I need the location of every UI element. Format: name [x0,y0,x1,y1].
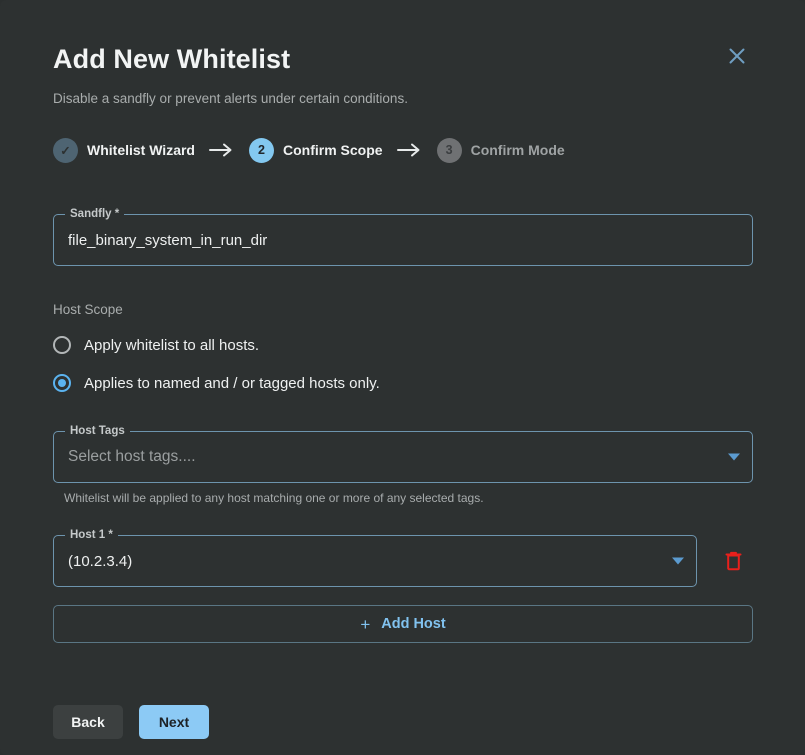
step-2-label: Confirm Scope [283,142,383,158]
dialog-footer: Back Next [53,705,753,739]
close-icon-glyph [729,48,745,64]
sandfly-field-value: file_binary_system_in_run_dir [68,231,268,249]
radio-checked-icon [53,374,71,392]
host-tags-legend: Host Tags [65,425,130,438]
step-1-marker: ✓ [53,137,78,163]
add-whitelist-dialog: Add New Whitelist Disable a sandfly or p… [0,0,805,755]
radio-apply-all-hosts-label: Apply whitelist to all hosts. [84,336,260,354]
chevron-down-icon[interactable] [672,557,684,565]
dialog-content: Add New Whitelist Disable a sandfly or p… [0,0,805,739]
wizard-stepper: ✓ Whitelist Wizard 2 Confirm Scope 3 Con… [53,136,753,164]
host-1-legend: Host 1 * [65,529,118,542]
dialog-subtitle: Disable a sandfly or prevent alerts unde… [53,91,408,106]
step-arrow-2-icon [396,143,423,157]
next-button[interactable]: Next [139,705,209,739]
radio-named-tagged-hosts-label: Applies to named and / or tagged hosts o… [84,374,380,392]
close-icon[interactable] [721,40,753,72]
step-3-marker: 3 [436,137,462,163]
step-confirm-scope[interactable]: 2 Confirm Scope [249,137,383,163]
delete-host-1-button[interactable] [713,541,753,581]
host-tags-helper-text: Whitelist will be applied to any host ma… [64,491,484,505]
radio-named-tagged-hosts[interactable]: Applies to named and / or tagged hosts o… [53,367,753,399]
plus-icon: + [360,614,371,634]
host-1-select[interactable]: Host 1 * (10.2.3.4) [53,529,697,587]
sandfly-field: Sandfly * file_binary_system_in_run_dir [53,208,753,266]
step-arrow-1-icon [209,143,235,157]
host-tags-select[interactable]: Host Tags Select host tags.... [53,425,753,483]
host-1-row: Host 1 * (10.2.3.4) [53,529,753,587]
add-host-button[interactable]: + Add Host [53,605,753,643]
back-button[interactable]: Back [53,705,123,739]
radio-unchecked-icon [53,336,71,354]
host-tags-field: Host Tags Select host tags.... Whitelist… [53,425,753,505]
add-host-label: Add Host [381,616,446,632]
step-3-label: Confirm Mode [470,142,565,158]
page-title: Add New Whitelist [53,44,291,74]
chevron-down-icon[interactable] [728,453,740,461]
host-scope-group: Host Scope Apply whitelist to all hosts.… [53,302,753,399]
arrow-right-icon [209,143,232,157]
arrow-right-icon [396,143,420,157]
sandfly-input[interactable]: Sandfly * file_binary_system_in_run_dir [53,208,753,266]
step-1-label: Whitelist Wizard [87,142,195,158]
host-1-value: (10.2.3.4) [68,552,133,570]
host-tags-placeholder: Select host tags.... [68,448,196,465]
radio-apply-all-hosts[interactable]: Apply whitelist to all hosts. [53,329,753,361]
step-2-marker: 2 [249,137,274,163]
step-confirm-mode[interactable]: 3 Confirm Mode [436,137,565,163]
sandfly-field-legend: Sandfly * [65,208,125,221]
step-whitelist-wizard[interactable]: ✓ Whitelist Wizard [53,137,195,163]
trash-icon [725,551,741,571]
host-scope-label: Host Scope [53,302,123,317]
